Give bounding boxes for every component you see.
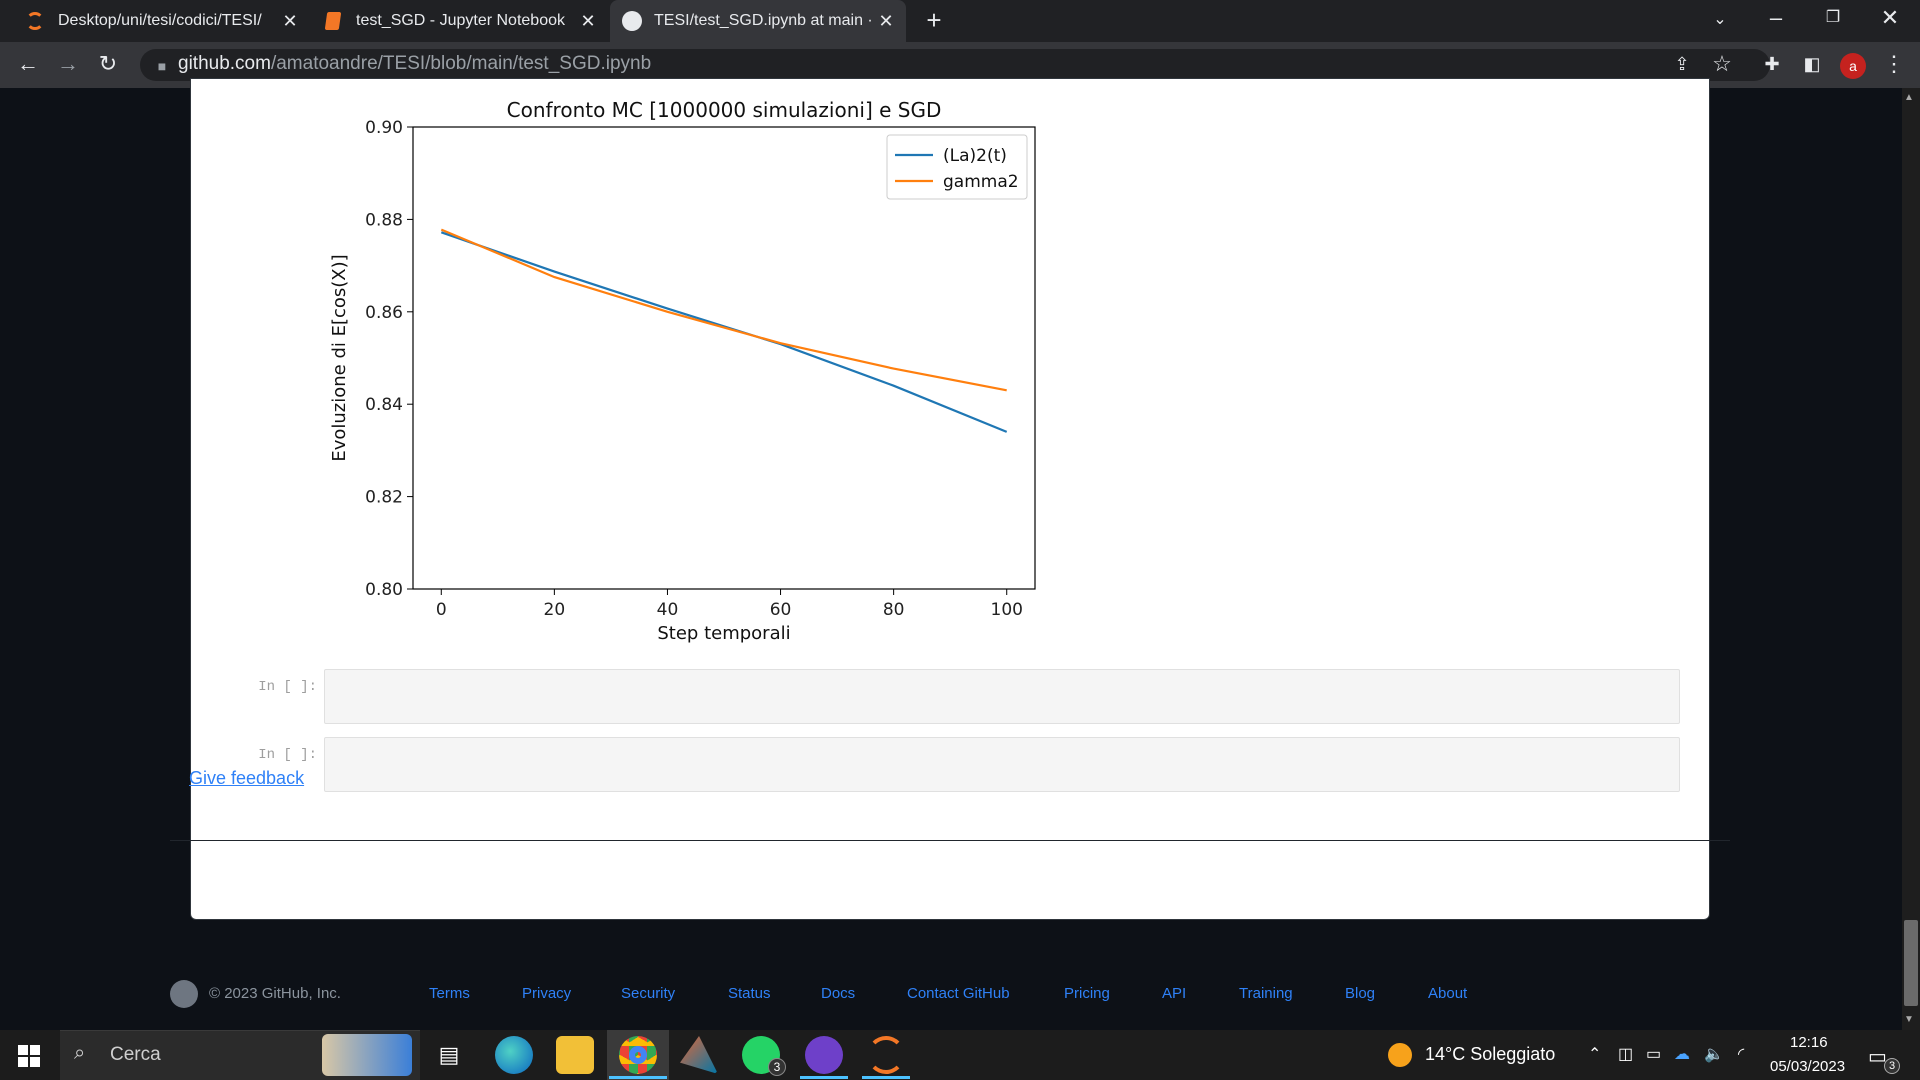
url-text[interactable]: github.com/amatoandre/TESI/blob/main/tes… bbox=[178, 53, 651, 75]
meet-icon[interactable]: ◫ bbox=[1618, 1044, 1633, 1064]
cell-prompt: In [ ]: bbox=[258, 747, 317, 763]
chrome-icon[interactable] bbox=[619, 1036, 657, 1074]
copyright: © 2023 GitHub, Inc. bbox=[209, 985, 341, 1002]
weather-icon[interactable] bbox=[1388, 1043, 1412, 1067]
restore-icon[interactable]: ❐ bbox=[1819, 6, 1847, 34]
y-tick-label: 0.84 bbox=[365, 395, 403, 415]
github-desktop-icon[interactable] bbox=[805, 1036, 843, 1074]
onedrive-icon[interactable]: ☁ bbox=[1674, 1044, 1690, 1064]
chevron-down-icon[interactable]: ⌄ bbox=[1706, 8, 1734, 36]
footer-link-about[interactable]: About bbox=[1428, 985, 1467, 1002]
volume-icon[interactable]: 🔈 bbox=[1704, 1044, 1724, 1064]
notebook-icon bbox=[324, 12, 342, 30]
cell-prompt: In [ ]: bbox=[258, 679, 317, 695]
footer-link-terms[interactable]: Terms bbox=[429, 985, 470, 1002]
scroll-down-icon[interactable]: ▼ bbox=[1904, 1014, 1914, 1025]
running-indicator bbox=[609, 1076, 667, 1079]
close-window-icon[interactable]: ✕ bbox=[1876, 6, 1904, 34]
tab-jupyter-files[interactable]: Desktop/uni/tesi/codici/TESI/ ✕ bbox=[14, 0, 310, 42]
scrollbar[interactable] bbox=[1902, 88, 1920, 1030]
x-tick-label: 20 bbox=[544, 600, 566, 620]
x-tick-label: 100 bbox=[991, 600, 1023, 620]
footer-link-status[interactable]: Status bbox=[728, 985, 771, 1002]
footer-link-pricing[interactable]: Pricing bbox=[1064, 985, 1110, 1002]
weather-text[interactable]: 14°C Soleggiato bbox=[1425, 1044, 1555, 1065]
notebook-container: 0 20 40 60 80 100 0.80 0.82 0.84 0.86 0.88 0.90 Conf… bbox=[190, 78, 1710, 920]
footer-link-docs[interactable]: Docs bbox=[821, 985, 855, 1002]
tab-title: TESI/test_SGD.ipynb at main · am bbox=[654, 12, 874, 29]
lock-icon: ■ bbox=[157, 58, 167, 74]
notification-badge: 3 bbox=[1884, 1058, 1900, 1074]
chart: 0 20 40 60 80 100 0.80 0.82 0.84 0.86 0.88 0.90 Conf… bbox=[329, 98, 1036, 644]
scrollbar-thumb[interactable] bbox=[1904, 920, 1918, 1006]
search-highlight-icon bbox=[322, 1034, 412, 1076]
page-content: 0 20 40 60 80 100 0.80 0.82 0.84 0.86 0.88 0.90 Conf… bbox=[0, 78, 1902, 1030]
jupyter-icon bbox=[26, 12, 44, 30]
legend-label: gamma2 bbox=[943, 172, 1019, 192]
x-tick-label: 40 bbox=[657, 600, 679, 620]
running-indicator bbox=[800, 1076, 848, 1079]
footer-link-contact[interactable]: Contact GitHub bbox=[907, 985, 1010, 1002]
footer-link-blog[interactable]: Blog bbox=[1345, 985, 1375, 1002]
close-icon[interactable]: ✕ bbox=[280, 11, 300, 31]
legend-label: (La)2(t) bbox=[943, 146, 1007, 166]
share-icon[interactable]: ⇪ bbox=[1668, 52, 1696, 80]
clock-date[interactable]: 05/03/2023 bbox=[1770, 1058, 1845, 1075]
task-view-icon[interactable]: ▤ bbox=[430, 1036, 468, 1074]
give-feedback-link[interactable]: Give feedback bbox=[189, 768, 304, 789]
y-tick-label: 0.90 bbox=[365, 118, 403, 138]
footer-link-security[interactable]: Security bbox=[621, 985, 675, 1002]
chart-title: Confronto MC [1000000 simulazioni] e SGD bbox=[507, 98, 942, 122]
x-tick-label: 80 bbox=[883, 600, 905, 620]
tab-jupyter-notebook[interactable]: test_SGD - Jupyter Notebook ✕ bbox=[312, 0, 608, 42]
side-panel-icon[interactable]: ◧ bbox=[1798, 52, 1826, 80]
x-axis-label: Step temporali bbox=[657, 623, 790, 644]
y-tick-label: 0.82 bbox=[365, 488, 403, 508]
reload-icon[interactable]: ↻ bbox=[94, 52, 122, 80]
wifi-icon[interactable]: ◜ bbox=[1738, 1044, 1744, 1064]
footer-divider bbox=[170, 840, 1730, 841]
github-icon bbox=[622, 11, 642, 31]
chevron-up-icon[interactable]: ⌃ bbox=[1588, 1044, 1601, 1064]
footer-link-api[interactable]: API bbox=[1162, 985, 1186, 1002]
y-axis-label: Evoluzione di E[cos(X)] bbox=[329, 254, 350, 461]
tab-title: test_SGD - Jupyter Notebook bbox=[356, 12, 565, 29]
battery-icon[interactable]: ▭ bbox=[1646, 1044, 1661, 1064]
code-cell[interactable] bbox=[324, 737, 1680, 792]
whatsapp-badge: 3 bbox=[768, 1058, 786, 1076]
search-placeholder[interactable]: Cerca bbox=[110, 1044, 161, 1066]
browser-tab-bar: Desktop/uni/tesi/codici/TESI/ ✕ test_SGD… bbox=[0, 0, 1920, 42]
close-icon[interactable]: ✕ bbox=[578, 11, 598, 31]
y-tick-label: 0.80 bbox=[365, 580, 403, 600]
avatar[interactable]: a bbox=[1840, 53, 1866, 79]
tab-github[interactable]: TESI/test_SGD.ipynb at main · am ✕ bbox=[610, 0, 906, 42]
y-tick-label: 0.88 bbox=[365, 210, 403, 230]
scroll-up-icon[interactable]: ▲ bbox=[1904, 92, 1914, 103]
close-icon[interactable]: ✕ bbox=[876, 11, 896, 31]
code-cell[interactable] bbox=[324, 669, 1680, 724]
forward-icon[interactable]: → bbox=[54, 52, 82, 80]
minimize-icon[interactable]: – bbox=[1762, 6, 1790, 34]
menu-icon[interactable]: ⋮ bbox=[1880, 52, 1908, 80]
edge-icon[interactable] bbox=[495, 1036, 533, 1074]
footer-link-privacy[interactable]: Privacy bbox=[522, 985, 571, 1002]
windows-start-icon[interactable] bbox=[18, 1045, 40, 1067]
x-tick-label: 0 bbox=[436, 600, 447, 620]
footer-link-training[interactable]: Training bbox=[1239, 985, 1293, 1002]
clock-time[interactable]: 12:16 bbox=[1790, 1034, 1828, 1051]
tab-title: Desktop/uni/tesi/codici/TESI/ bbox=[58, 12, 262, 29]
search-icon: ⌕ bbox=[74, 1042, 86, 1064]
y-tick-label: 0.86 bbox=[365, 303, 403, 323]
x-tick-label: 60 bbox=[770, 600, 792, 620]
running-indicator bbox=[862, 1076, 910, 1079]
extensions-icon[interactable]: ✚ bbox=[1758, 52, 1786, 80]
file-explorer-icon[interactable] bbox=[556, 1036, 594, 1074]
github-logo-icon[interactable] bbox=[170, 980, 198, 1008]
back-icon[interactable]: ← bbox=[14, 52, 42, 80]
new-tab-icon[interactable]: + bbox=[920, 7, 948, 36]
star-icon[interactable]: ☆ bbox=[1708, 52, 1736, 80]
jupyter-app-icon[interactable] bbox=[867, 1036, 905, 1074]
